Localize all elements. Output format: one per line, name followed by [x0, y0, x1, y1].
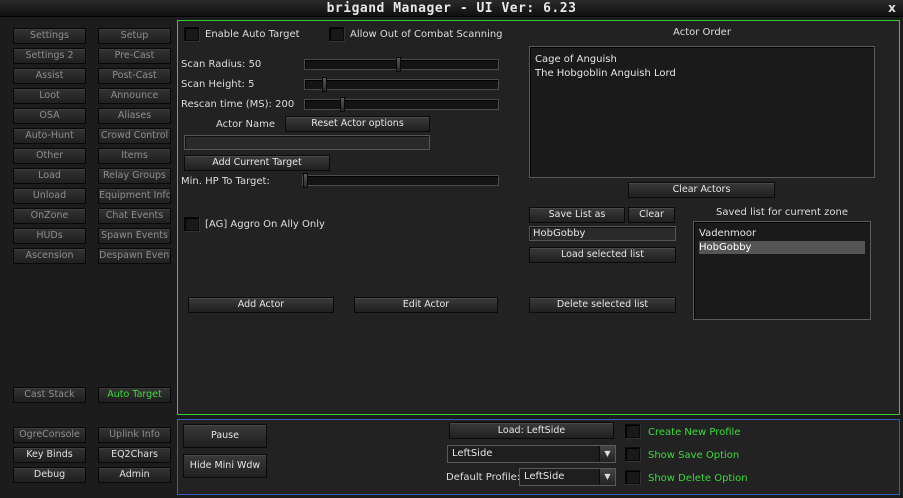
default-profile-value: LeftSide [524, 471, 565, 482]
rescan-time-label: Rescan time (MS): 200 [181, 99, 295, 110]
show-delete-option-label: Show Delete Option [648, 473, 748, 484]
actor-name-input[interactable] [184, 135, 430, 150]
slider-thumb[interactable] [322, 77, 327, 92]
default-profile-select[interactable]: LeftSide ▼ [519, 468, 616, 486]
show-save-option-checkbox[interactable] [625, 447, 640, 461]
chevron-down-icon[interactable]: ▼ [599, 446, 615, 462]
allow-ooc-scanning-label: Allow Out of Combat Scanning [350, 29, 503, 40]
actor-order-title: Actor Order [673, 27, 731, 38]
nav-other[interactable]: Other [13, 148, 86, 164]
nav-announce[interactable]: Announce [98, 88, 171, 104]
chevron-down-icon[interactable]: ▼ [599, 469, 615, 485]
nav-relay-groups[interactable]: Relay Groups [98, 168, 171, 184]
nav-load[interactable]: Load [13, 168, 86, 184]
nav-post-cast[interactable]: Post-Cast [98, 68, 171, 84]
nav-huds[interactable]: HUDs [13, 228, 86, 244]
hide-mini-window-button[interactable]: Hide Mini Wdw [183, 454, 267, 478]
nav-setup[interactable]: Setup [98, 28, 171, 44]
actor-order-list[interactable]: Cage of Anguish The Hobgoblin Anguish Lo… [529, 46, 875, 178]
nav-spawn-events[interactable]: Spawn Events [98, 228, 171, 244]
slider-thumb[interactable] [396, 57, 401, 72]
scan-radius-slider[interactable] [304, 57, 499, 72]
nav-admin[interactable]: Admin [98, 467, 171, 483]
nav-pre-cast[interactable]: Pre-Cast [98, 48, 171, 64]
nav-osa[interactable]: OSA [13, 108, 86, 124]
clear-actors-button[interactable]: Clear Actors [628, 182, 775, 198]
nav-key-binds[interactable]: Key Binds [13, 447, 86, 463]
nav-ascension[interactable]: Ascension [13, 248, 86, 264]
nav-assist[interactable]: Assist [13, 68, 86, 84]
nav-settings[interactable]: Settings [13, 28, 86, 44]
load-selected-list-button[interactable]: Load selected list [529, 247, 676, 263]
allow-ooc-scanning-checkbox[interactable] [329, 27, 344, 41]
nav-debug[interactable]: Debug [13, 467, 86, 483]
nav-cast-stack[interactable]: Cast Stack [13, 387, 86, 403]
create-new-profile-checkbox[interactable] [625, 424, 640, 438]
saved-list-item-selected[interactable]: HobGobby [699, 241, 865, 254]
rescan-time-slider[interactable] [304, 97, 499, 112]
reset-actor-options-button[interactable]: Reset Actor options [285, 116, 430, 132]
nav-items[interactable]: Items [98, 148, 171, 164]
nav-crowd-control[interactable]: Crowd Control [98, 128, 171, 144]
nav-chat-events[interactable]: Chat Events [98, 208, 171, 224]
nav-unload[interactable]: Unload [13, 188, 86, 204]
add-actor-button[interactable]: Add Actor [188, 297, 334, 313]
nav-auto-target[interactable]: Auto Target [98, 387, 171, 403]
close-icon[interactable]: x [883, 1, 901, 16]
load-profile-button[interactable]: Load: LeftSide [449, 422, 614, 439]
create-new-profile-label: Create New Profile [648, 427, 741, 438]
profile-select-value: LeftSide [452, 448, 493, 459]
window-title: brigand Manager - UI Ver: 6.23 [326, 1, 577, 16]
actor-order-item[interactable]: The Hobgoblin Anguish Lord [535, 67, 676, 80]
actor-name-label: Actor Name [216, 119, 275, 130]
enable-auto-target-checkbox[interactable] [184, 27, 199, 41]
saved-list[interactable]: Vadenmoor HobGobby [693, 221, 871, 320]
aggro-on-ally-checkbox[interactable] [184, 217, 199, 231]
add-current-target-button[interactable]: Add Current Target [184, 155, 330, 171]
nav-settings-2[interactable]: Settings 2 [13, 48, 86, 64]
edit-actor-button[interactable]: Edit Actor [354, 297, 498, 313]
enable-auto-target-label: Enable Auto Target [205, 29, 300, 40]
saved-list-item[interactable]: Vadenmoor [699, 227, 865, 240]
scan-height-label: Scan Height: 5 [181, 79, 255, 90]
nav-despawn-event[interactable]: Despawn Event [98, 248, 171, 264]
slider-thumb[interactable] [340, 97, 345, 112]
nav-aliases[interactable]: Aliases [98, 108, 171, 124]
nav-equipment-info[interactable]: Equipment Info [98, 188, 171, 204]
nav-ogre-console[interactable]: OgreConsole [13, 427, 86, 443]
profile-select[interactable]: LeftSide ▼ [447, 445, 616, 463]
aggro-on-ally-label: [AG] Aggro On Ally Only [205, 219, 325, 230]
scan-height-slider[interactable] [304, 77, 499, 92]
actor-order-item[interactable]: Cage of Anguish [535, 53, 617, 66]
pause-button[interactable]: Pause [183, 424, 267, 448]
scan-radius-label: Scan Radius: 50 [181, 59, 262, 70]
save-list-name-input[interactable]: HobGobby [529, 226, 676, 241]
delete-selected-list-button[interactable]: Delete selected list [529, 297, 676, 313]
show-save-option-label: Show Save Option [648, 450, 740, 461]
nav-onzone[interactable]: OnZone [13, 208, 86, 224]
saved-list-title: Saved list for current zone [716, 207, 848, 218]
slider-thumb[interactable] [303, 173, 308, 188]
min-hp-slider[interactable] [302, 173, 499, 188]
nav-loot[interactable]: Loot [13, 88, 86, 104]
nav-auto-hunt[interactable]: Auto-Hunt [13, 128, 86, 144]
default-profile-label: Default Profile: [446, 472, 521, 483]
nav-uplink-info[interactable]: Uplink Info [98, 427, 171, 443]
nav-eq2chars[interactable]: EQ2Chars [98, 447, 171, 463]
save-list-as-button[interactable]: Save List as [529, 207, 625, 223]
show-delete-option-checkbox[interactable] [625, 470, 640, 484]
clear-button[interactable]: Clear [628, 207, 675, 223]
min-hp-label: Min. HP To Target: [181, 176, 270, 187]
